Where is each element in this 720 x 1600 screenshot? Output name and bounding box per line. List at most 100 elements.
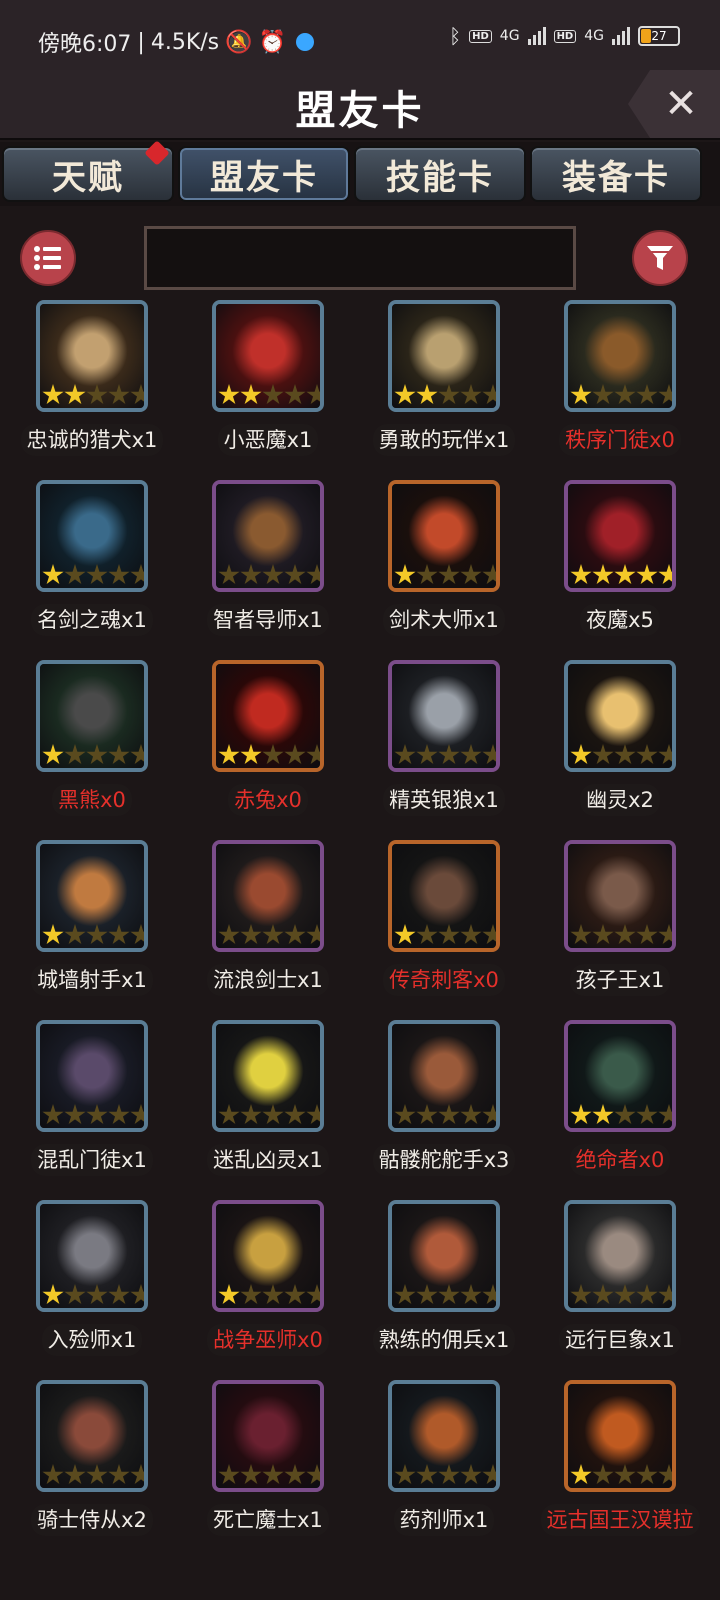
ally-card[interactable]: 幽灵x2: [530, 660, 710, 840]
star-icon: [42, 924, 64, 945]
ally-card[interactable]: 骷髅舵舵手x3: [354, 1020, 534, 1200]
ally-card[interactable]: 骑士侍从x2: [2, 1380, 182, 1560]
star-icon: [592, 924, 614, 945]
card-portrait[interactable]: [388, 1020, 500, 1132]
tab-ally-cards[interactable]: 盟友卡: [178, 146, 350, 202]
search-input[interactable]: [144, 226, 576, 290]
card-name-label: 混乱门徒x1: [31, 1144, 153, 1176]
card-portrait[interactable]: [212, 1020, 324, 1132]
network-label-2: 4G: [584, 28, 604, 44]
star-rating: [394, 564, 496, 586]
card-portrait[interactable]: [564, 480, 676, 592]
star-rating: [394, 1464, 496, 1486]
ally-card[interactable]: 熟练的佣兵x1: [354, 1200, 534, 1380]
star-icon: [86, 924, 108, 945]
ally-card[interactable]: 忠诚的猎犬x1: [2, 300, 182, 480]
card-portrait[interactable]: [388, 300, 500, 412]
card-name-label: 传奇刺客x0: [383, 964, 505, 996]
star-icon: [438, 1284, 460, 1305]
card-portrait[interactable]: [36, 1020, 148, 1132]
ally-card[interactable]: 混乱门徒x1: [2, 1020, 182, 1200]
card-portrait[interactable]: [36, 840, 148, 952]
ally-card[interactable]: 战争巫师x0: [178, 1200, 358, 1380]
ally-card[interactable]: 流浪剑士x1: [178, 840, 358, 1020]
ally-card[interactable]: 精英银狼x1: [354, 660, 534, 840]
ally-card[interactable]: 秩序门徒x0: [530, 300, 710, 480]
card-name: 迷乱凶灵x1: [178, 1144, 358, 1176]
ally-card[interactable]: 远行巨象x1: [530, 1200, 710, 1380]
star-icon: [64, 384, 86, 405]
card-portrait[interactable]: [564, 1380, 676, 1492]
card-portrait[interactable]: [388, 1200, 500, 1312]
star-icon: [284, 924, 306, 945]
card-portrait[interactable]: [564, 1020, 676, 1132]
ally-card[interactable]: 远古国王汉谟拉: [530, 1380, 710, 1560]
star-icon: [460, 384, 482, 405]
card-portrait[interactable]: [212, 1380, 324, 1492]
star-icon: [86, 1284, 108, 1305]
star-icon: [658, 924, 672, 945]
ally-card[interactable]: 夜魔x5: [530, 480, 710, 660]
card-portrait[interactable]: [212, 840, 324, 952]
card-portrait[interactable]: [212, 300, 324, 412]
star-rating: [218, 744, 320, 766]
card-name-label: 远古国王汉谟拉: [540, 1504, 700, 1536]
tab-talent-label: 天赋: [52, 157, 124, 198]
card-portrait[interactable]: [564, 840, 676, 952]
ally-card[interactable]: 剑术大师x1: [354, 480, 534, 660]
ally-card[interactable]: 药剂师x1: [354, 1380, 534, 1560]
card-portrait[interactable]: [212, 660, 324, 772]
tab-talent[interactable]: 天赋: [2, 140, 174, 202]
star-icon: [482, 564, 496, 585]
card-portrait[interactable]: [212, 1200, 324, 1312]
star-icon: [64, 1284, 86, 1305]
ally-card[interactable]: 死亡魔士x1: [178, 1380, 358, 1560]
card-portrait[interactable]: [564, 1200, 676, 1312]
card-portrait[interactable]: [36, 480, 148, 592]
card-portrait[interactable]: [388, 1380, 500, 1492]
network-label-1: 4G: [499, 28, 520, 44]
star-icon: [438, 564, 460, 585]
ally-card[interactable]: 勇敢的玩伴x1: [354, 300, 534, 480]
star-icon: [658, 384, 672, 405]
star-icon: [614, 384, 636, 405]
card-portrait[interactable]: [36, 1380, 148, 1492]
card-portrait[interactable]: [564, 660, 676, 772]
ally-card[interactable]: 黑熊x0: [2, 660, 182, 840]
star-rating: [42, 564, 144, 586]
ally-card[interactable]: 小恶魔x1: [178, 300, 358, 480]
star-icon: [460, 744, 482, 765]
star-icon: [614, 924, 636, 945]
card-name-label: 战争巫师x0: [207, 1324, 329, 1356]
ally-card[interactable]: 赤兔x0: [178, 660, 358, 840]
star-icon: [64, 1464, 86, 1485]
card-name: 幽灵x2: [530, 784, 710, 816]
card-portrait[interactable]: [36, 300, 148, 412]
star-icon: [262, 384, 284, 405]
ally-card[interactable]: 迷乱凶灵x1: [178, 1020, 358, 1200]
tab-skill-cards[interactable]: 技能卡: [354, 146, 526, 202]
ally-card[interactable]: 城墙射手x1: [2, 840, 182, 1020]
card-name: 名剑之魂x1: [2, 604, 182, 636]
ally-card[interactable]: 传奇刺客x0: [354, 840, 534, 1020]
card-portrait[interactable]: [388, 660, 500, 772]
card-portrait[interactable]: [36, 1200, 148, 1312]
ally-card[interactable]: 入殓师x1: [2, 1200, 182, 1380]
ally-card[interactable]: 孩子王x1: [530, 840, 710, 1020]
card-portrait[interactable]: [36, 660, 148, 772]
tab-equipment-cards[interactable]: 装备卡: [530, 146, 702, 202]
card-portrait[interactable]: [564, 300, 676, 412]
list-menu-button[interactable]: [20, 230, 76, 286]
card-portrait[interactable]: [388, 840, 500, 952]
status-right: ᛒ HD 4G HD 4G 27: [449, 24, 680, 48]
star-icon: [42, 744, 64, 765]
ally-card[interactable]: 绝命者x0: [530, 1020, 710, 1200]
card-name: 剑术大师x1: [354, 604, 534, 636]
card-portrait[interactable]: [388, 480, 500, 592]
card-name-label: 名剑之魂x1: [31, 604, 153, 636]
filter-button[interactable]: [632, 230, 688, 286]
card-portrait[interactable]: [212, 480, 324, 592]
ally-card[interactable]: 名剑之魂x1: [2, 480, 182, 660]
ally-card[interactable]: 智者导师x1: [178, 480, 358, 660]
card-name-label: 骑士侍从x2: [31, 1504, 153, 1536]
